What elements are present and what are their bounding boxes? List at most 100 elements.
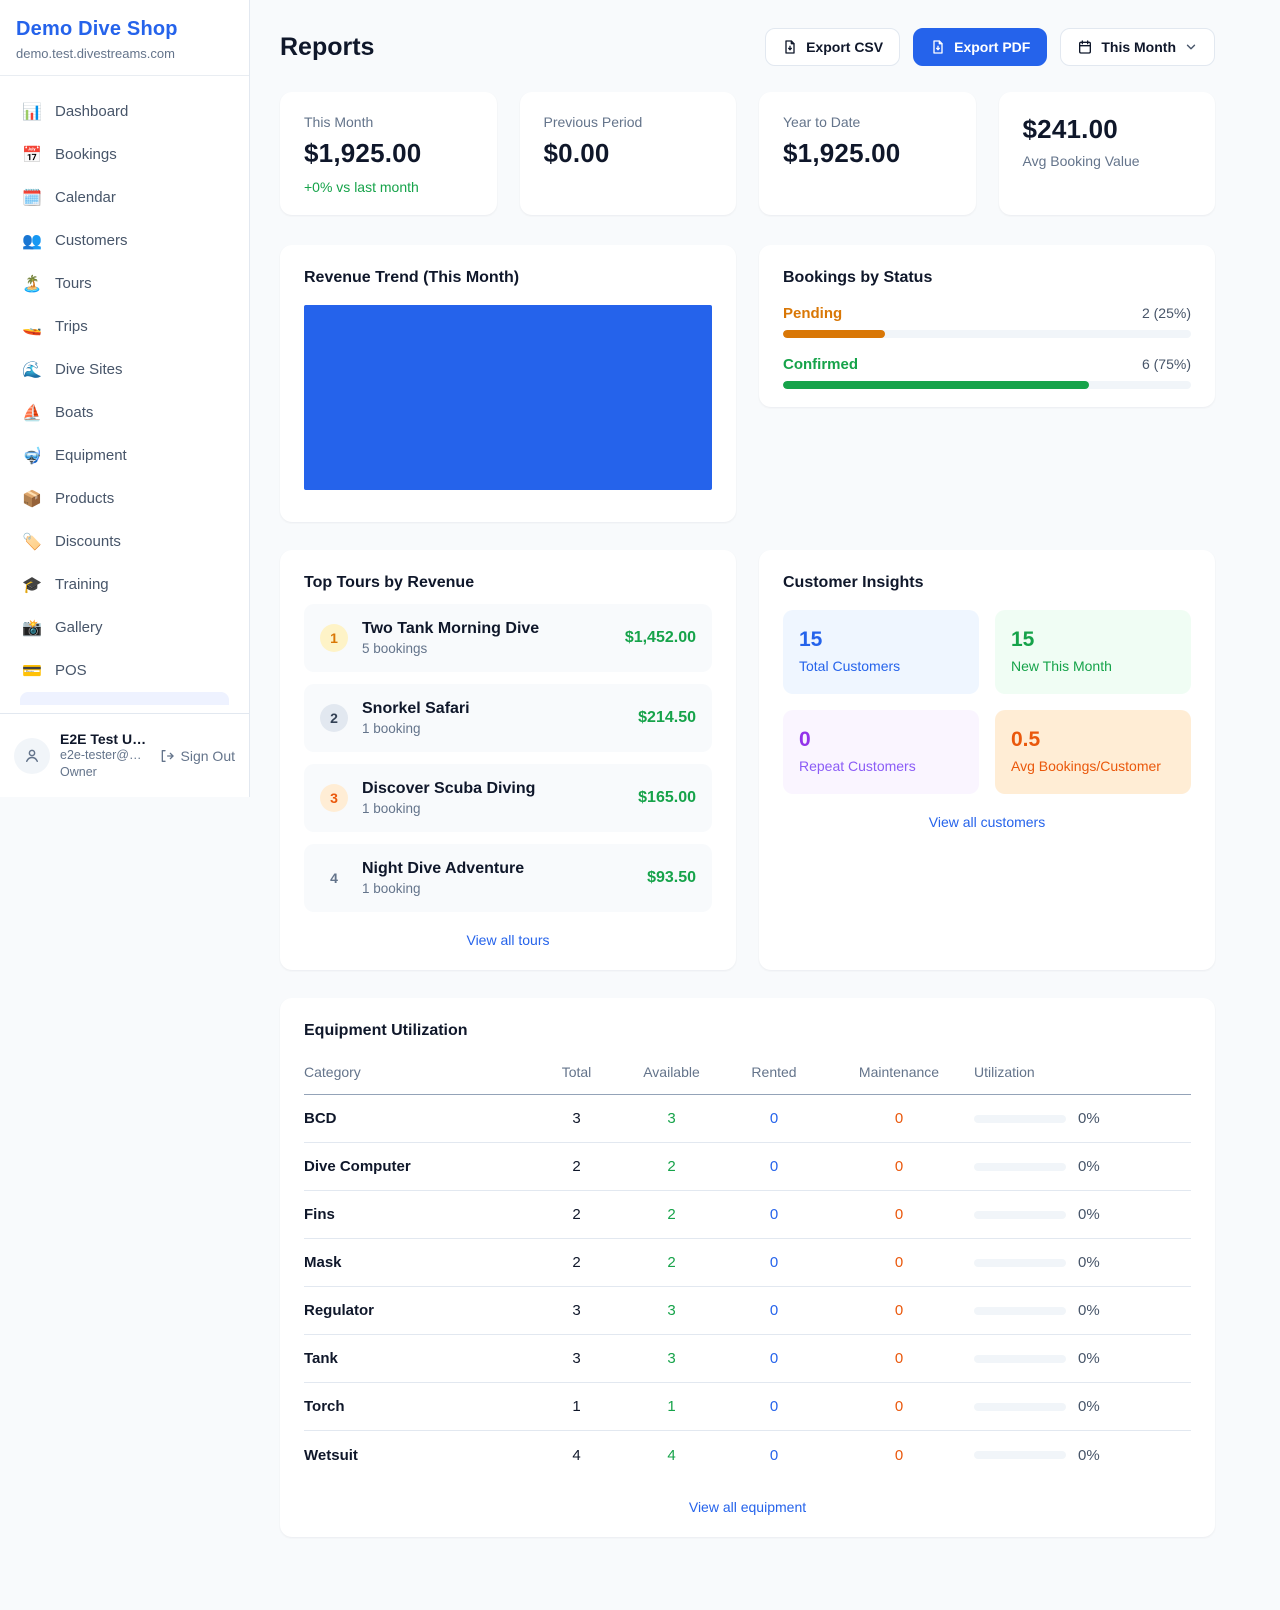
tour-revenue: $165.00 [638,789,696,807]
sidebar-item-pos[interactable]: 💳 POS [10,649,239,692]
stat-card-year-to-date: Year to Date $1,925.00 [759,92,976,215]
equipment-utilization-cell: 0% [974,1447,1191,1464]
equipment-category: Wetsuit [304,1447,534,1464]
stat-card-previous-period: Previous Period $0.00 [520,92,737,215]
equipment-total: 2 [534,1206,619,1223]
sidebar-active-item-partial[interactable] [20,692,229,705]
equipment-available: 4 [619,1447,724,1464]
utilization-bar-track [974,1307,1066,1315]
sidebar-item-dashboard[interactable]: 📊 Dashboard [10,90,239,133]
utilization-percent: 0% [1078,1158,1100,1175]
utilization-bar-track [974,1211,1066,1219]
view-all-equipment-link[interactable]: View all equipment [304,1499,1191,1515]
tour-row: 3 Discover Scuba Diving 1 booking $165.0… [304,764,712,832]
sidebar-item-customers[interactable]: 👥 Customers [10,219,239,262]
sidebar-item-products[interactable]: 📦 Products [10,477,239,520]
island-icon: 🏝️ [22,274,42,294]
sidebar-item-label: Bookings [55,146,117,163]
tour-revenue: $1,452.00 [625,629,696,647]
sidebar-item-label: Equipment [55,447,127,464]
utilization-percent: 0% [1078,1254,1100,1271]
rank-badge: 4 [320,864,348,892]
view-all-tours-link[interactable]: View all tours [304,932,712,948]
sidebar: Demo Dive Shop demo.test.divestreams.com… [0,0,250,797]
top-tours-title: Top Tours by Revenue [304,574,712,592]
sidebar-item-dive-sites[interactable]: 🌊 Dive Sites [10,348,239,391]
sidebar-item-label: Trips [55,318,88,335]
equipment-utilization-cell: 0% [974,1350,1191,1367]
column-header: Maintenance [824,1064,974,1080]
sidebar-item-equipment[interactable]: 🤿 Equipment [10,434,239,477]
user-name: E2E Test U… [60,731,149,747]
sidebar-nav: 📊 Dashboard 📅 Bookings 🗓️ Calendar 👥 Cus… [0,76,249,705]
equipment-total: 3 [534,1110,619,1127]
equipment-utilization-card: Equipment Utilization Category Total Ava… [280,998,1215,1537]
tour-revenue: $93.50 [647,869,696,887]
equipment-category: Tank [304,1350,534,1367]
chevron-down-icon [1184,40,1198,54]
sidebar-item-boats[interactable]: ⛵ Boats [10,391,239,434]
status-row-confirmed: Confirmed 6 (75%) [783,356,1191,389]
sidebar-item-trips[interactable]: 🚤 Trips [10,305,239,348]
period-selector-dropdown[interactable]: This Month [1060,28,1215,66]
rank-badge: 3 [320,784,348,812]
revenue-trend-title: Revenue Trend (This Month) [304,269,712,287]
utilization-bar-track [974,1115,1066,1123]
tour-bookings: 5 bookings [362,641,611,656]
utilization-bar-track [974,1451,1066,1459]
sidebar-item-training[interactable]: 🎓 Training [10,563,239,606]
customer-insights-card: Customer Insights 15 Total Customers 15 … [759,550,1215,970]
equipment-category: Dive Computer [304,1158,534,1175]
equipment-available: 3 [619,1302,724,1319]
bookings-by-status-title: Bookings by Status [783,269,1191,287]
sidebar-item-label: Dashboard [55,103,128,120]
speedboat-icon: 🚤 [22,317,42,337]
export-csv-button[interactable]: Export CSV [765,28,900,66]
stat-card-avg-booking-value: $241.00 Avg Booking Value [999,92,1216,215]
equipment-maintenance: 0 [824,1398,974,1415]
sidebar-item-calendar[interactable]: 🗓️ Calendar [10,176,239,219]
tour-row: 2 Snorkel Safari 1 booking $214.50 [304,684,712,752]
utilization-percent: 0% [1078,1302,1100,1319]
sidebar-user-panel: E2E Test U… e2e-tester@… Owner Sign Out [0,713,249,797]
sidebar-item-bookings[interactable]: 📅 Bookings [10,133,239,176]
avatar [14,738,50,774]
tour-name: Night Dive Adventure [362,860,633,878]
status-bar-fill [783,381,1089,389]
equipment-utilization-cell: 0% [974,1302,1191,1319]
sign-out-button[interactable]: Sign Out [159,748,235,764]
stat-value: $1,925.00 [783,138,952,169]
sidebar-item-discounts[interactable]: 🏷️ Discounts [10,520,239,563]
user-email: e2e-tester@… [60,747,149,764]
status-label: Pending [783,305,842,322]
view-all-customers-link[interactable]: View all customers [783,814,1191,830]
sidebar-item-label: Products [55,490,114,507]
equipment-available: 3 [619,1350,724,1367]
insight-tiles: 15 Total Customers 15 New This Month 0 R… [783,610,1191,794]
status-bar-track [783,381,1191,389]
equipment-total: 2 [534,1158,619,1175]
equipment-available: 1 [619,1398,724,1415]
sidebar-item-gallery[interactable]: 📸 Gallery [10,606,239,649]
sign-out-icon [159,748,175,764]
sidebar-item-label: Calendar [55,189,116,206]
insight-tile-repeat-customers: 0 Repeat Customers [783,710,979,794]
user-role: Owner [60,764,149,781]
insight-label: Total Customers [799,658,963,674]
sidebar-item-label: Boats [55,404,93,421]
calendar-date-icon: 📅 [22,145,42,165]
column-header: Rented [724,1064,824,1080]
tour-bookings: 1 booking [362,721,624,736]
equipment-category: Regulator [304,1302,534,1319]
tour-name: Discover Scuba Diving [362,780,624,798]
tour-revenue: $214.50 [638,709,696,727]
equipment-utilization-cell: 0% [974,1110,1191,1127]
equipment-total: 1 [534,1398,619,1415]
insight-tile-avg-bookings: 0.5 Avg Bookings/Customer [995,710,1191,794]
sidebar-item-tours[interactable]: 🏝️ Tours [10,262,239,305]
person-icon [23,747,41,765]
status-count: 2 (25%) [1142,305,1191,321]
sidebar-item-label: Discounts [55,533,121,550]
rank-badge: 1 [320,624,348,652]
export-pdf-button[interactable]: Export PDF [913,28,1047,66]
